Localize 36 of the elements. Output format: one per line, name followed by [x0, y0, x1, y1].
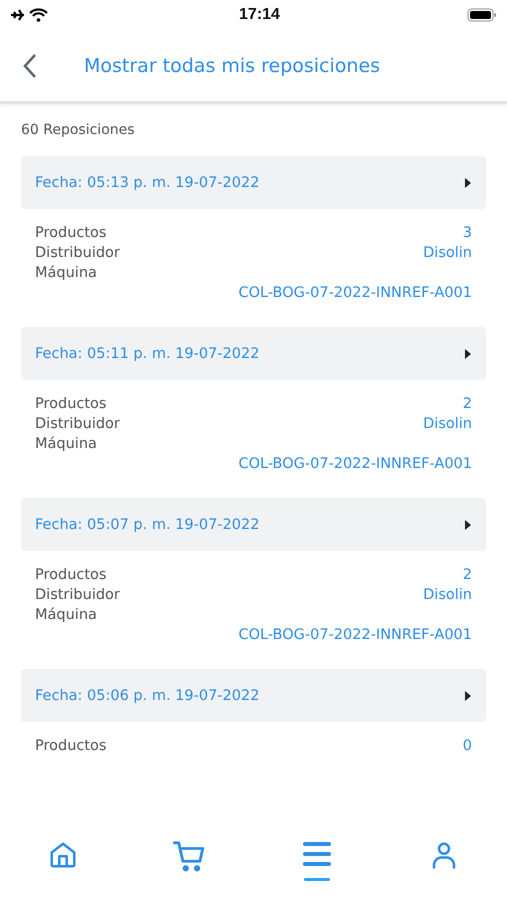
back-icon	[22, 52, 38, 78]
machine-code: COL-BOG-07-2022-INNREF-A001	[238, 626, 472, 645]
detail-label: Distribuidor	[35, 586, 120, 605]
detail-label: Distribuidor	[35, 244, 120, 263]
home-icon	[48, 840, 78, 870]
expand-arrow-icon	[464, 518, 472, 530]
detail-label: Productos	[35, 566, 106, 585]
detail-value: 0	[462, 737, 472, 756]
expand-arrow-icon	[464, 176, 472, 188]
machine-code: COL-BOG-07-2022-INNREF-A001	[238, 284, 472, 303]
detail-value: Disolin	[423, 586, 472, 605]
detail-value: Disolin	[423, 244, 472, 263]
battery-icon	[466, 7, 497, 23]
detail-label: Máquina	[35, 606, 97, 625]
results-count: 60 Reposiciones	[21, 122, 136, 138]
detail-value: 2	[462, 395, 472, 414]
expand-arrow-icon	[464, 348, 472, 360]
detail-label: Distribuidor	[35, 415, 120, 434]
menu-icon	[302, 840, 332, 868]
detail-value: Disolin	[423, 415, 472, 434]
page-title: Mostrar todas mis reposiciones	[84, 54, 382, 76]
detail-label: Máquina	[35, 435, 97, 454]
date-header[interactable]: Fecha: 05:07 p. m. 19-07-2022	[21, 498, 486, 551]
status-time: 17:14	[239, 6, 280, 24]
expand-arrow-icon	[464, 690, 472, 702]
detail-label: Productos	[35, 224, 106, 243]
detail-label: Productos	[35, 737, 106, 756]
detail-label: Máquina	[35, 264, 97, 283]
active-indicator	[304, 878, 330, 881]
detail-value: 2	[462, 566, 472, 585]
machine-code: COL-BOG-07-2022-INNREF-A001	[238, 455, 472, 474]
date-header[interactable]: Fecha: 05:11 p. m. 19-07-2022	[21, 327, 486, 380]
date-header[interactable]: Fecha: 05:06 p. m. 19-07-2022	[21, 669, 486, 722]
detail-value: 3	[462, 224, 472, 243]
detail-label: Productos	[35, 395, 106, 414]
date-header[interactable]: Fecha: 05:13 p. m. 19-07-2022	[21, 156, 486, 209]
